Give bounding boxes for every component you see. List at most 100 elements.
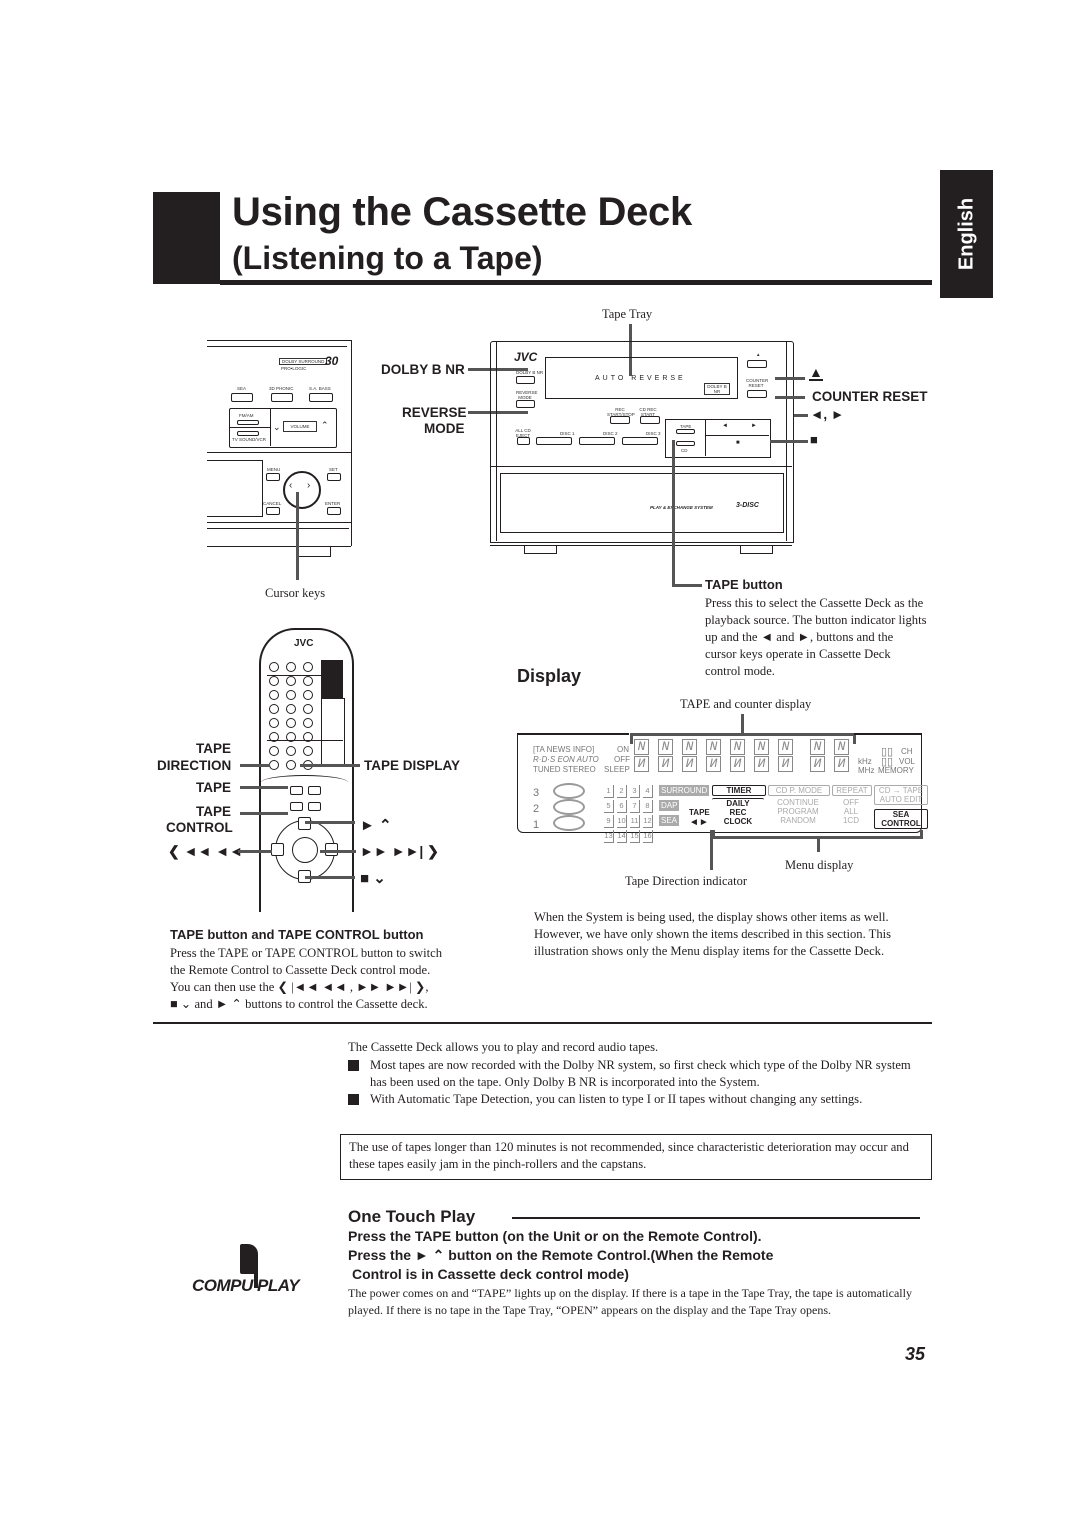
menu-item-options: CONTINUE PROGRAM RANDOM	[777, 798, 819, 825]
cancel-button[interactable]	[266, 507, 280, 515]
remote-tape-button[interactable]	[290, 786, 303, 795]
menu-item-top: CD P. MODE	[768, 785, 830, 796]
sea-indicator: SEA	[659, 815, 680, 826]
remote-volume-knob[interactable]	[292, 837, 318, 863]
rec-start-stop-button[interactable]	[610, 416, 630, 424]
remote-key[interactable]	[286, 704, 296, 714]
segment-digit: N	[754, 739, 769, 755]
menu-button[interactable]	[266, 473, 280, 481]
disc2-button[interactable]	[579, 437, 615, 445]
amplifier-unit: DOLBY SURROUND PRO•LOGIC 30 SEA 3D PHONI…	[207, 340, 352, 562]
reverse-mode-button[interactable]	[516, 400, 535, 408]
eject-button[interactable]	[747, 360, 767, 368]
counter-reset-button[interactable]	[747, 390, 767, 398]
remote-cd-control-button[interactable]	[308, 802, 321, 811]
remote-key[interactable]	[303, 690, 313, 700]
power-sleep-block	[321, 660, 343, 698]
cursor-left-icon[interactable]: ‹	[289, 480, 292, 491]
segment-digit: И	[834, 756, 849, 772]
one-touch-heading: One Touch Play	[348, 1207, 476, 1226]
track-number: 4	[643, 785, 653, 798]
remote-key[interactable]	[286, 662, 296, 672]
remote-key[interactable]	[303, 676, 313, 686]
sea-button[interactable]	[231, 393, 253, 402]
enter-button[interactable]	[327, 507, 341, 515]
dolby-b-nr-button[interactable]	[516, 376, 535, 384]
tv-sound-button[interactable]	[237, 431, 259, 436]
tape-control-callout-1: TAPE	[196, 804, 232, 819]
dap-indicator: DAP	[659, 800, 680, 811]
remote-key[interactable]	[269, 690, 279, 700]
fm-am-button[interactable]	[237, 420, 259, 425]
track-number: 10	[617, 815, 627, 828]
track-number: 12	[643, 815, 653, 828]
remote-key[interactable]	[286, 718, 296, 728]
remote-key[interactable]	[303, 704, 313, 714]
set-button[interactable]	[327, 473, 341, 481]
section-divider	[153, 1022, 932, 1024]
remote-key[interactable]	[269, 704, 279, 714]
tape-indicator: TAPE	[689, 808, 710, 817]
track-number: 16	[643, 830, 653, 843]
volume-up-icon[interactable]: ⌃	[321, 420, 329, 431]
dolby-surround-logo: DOLBY SURROUND	[279, 358, 328, 365]
remote-key[interactable]	[303, 746, 313, 756]
tape-display-callout: TAPE DISPLAY	[364, 758, 461, 773]
disc1-button[interactable]	[536, 437, 572, 445]
cursor-right-icon[interactable]: ›	[307, 480, 310, 491]
display-note: When the System is being used, the displ…	[534, 910, 892, 958]
remote-section-line3: You can then use the ❮ |◄◄ ◄◄ , ►► ►►| ❯…	[170, 980, 429, 994]
disc3-button[interactable]	[622, 437, 658, 445]
segment-digit: N	[810, 739, 825, 755]
dolby-b-nr-callout: DOLBY B NR	[381, 362, 465, 377]
tape-button[interactable]	[676, 429, 695, 434]
bullet-icon	[348, 1060, 359, 1071]
remote-section-heading: TAPE button and TAPE CONTROL button	[170, 927, 424, 942]
rewind-button[interactable]: ◄	[722, 423, 728, 429]
one-touch-body: The power comes on and “TAPE” lights up …	[348, 1286, 912, 1317]
segment-digit: N	[634, 739, 649, 755]
remote-tape-control-button[interactable]	[290, 802, 303, 811]
play-button[interactable]: ►	[751, 423, 757, 429]
remote-tuner-button[interactable]	[308, 786, 321, 795]
remote-key[interactable]	[269, 732, 279, 742]
sa-bass-button[interactable]	[309, 393, 333, 402]
remote-key[interactable]	[269, 662, 279, 672]
khz-indicator: kHz	[858, 757, 872, 766]
tape-direction-indicator: ◄►	[689, 817, 709, 828]
remote-rew-key[interactable]	[271, 843, 284, 856]
3d-phonic-button[interactable]	[271, 393, 293, 402]
track-number: 8	[643, 800, 653, 813]
remote-key[interactable]	[286, 690, 296, 700]
remote-key[interactable]	[303, 662, 313, 672]
remote-key[interactable]	[303, 732, 313, 742]
remote-section-line1: Press the TAPE or TAPE CONTROL button to…	[170, 946, 443, 960]
segment-digit: N	[778, 739, 793, 755]
enter-label: ENTER	[325, 501, 341, 506]
all-cd-eject-button[interactable]	[517, 437, 530, 445]
remote-key[interactable]	[269, 760, 279, 770]
volume-display: VOLUME	[283, 421, 317, 432]
tv-sound-label: TV SOUND/VCR	[232, 437, 267, 442]
remote-key[interactable]	[303, 718, 313, 728]
remote-section-line2: the Remote Control to Cassette Deck cont…	[170, 963, 431, 977]
remote-key[interactable]	[286, 732, 296, 742]
ff-right-leader	[320, 850, 356, 853]
cd-rec-start-button[interactable]	[640, 416, 660, 424]
intro-line: The Cassette Deck allows you to play and…	[348, 1040, 659, 1054]
stop-button[interactable]: ■	[736, 440, 740, 446]
remote-key[interactable]	[286, 760, 296, 770]
cd-button[interactable]	[676, 441, 695, 446]
tape-direction-callout-1: TAPE	[196, 741, 232, 756]
remote-key[interactable]	[286, 676, 296, 686]
one-touch-step1: Press the TAPE button (on the Unit or on…	[348, 1228, 762, 1244]
remote-key[interactable]	[269, 746, 279, 756]
play-up-leader	[305, 821, 355, 824]
volume-down-icon[interactable]: ⌄	[273, 422, 281, 433]
cursor-keys-leader	[296, 492, 299, 580]
track-number: 14	[617, 830, 627, 843]
remote-key[interactable]	[269, 718, 279, 728]
remote-key[interactable]	[269, 676, 279, 686]
menu-item-options: OFF ALL 1CD	[842, 798, 859, 825]
remote-key[interactable]	[286, 746, 296, 756]
